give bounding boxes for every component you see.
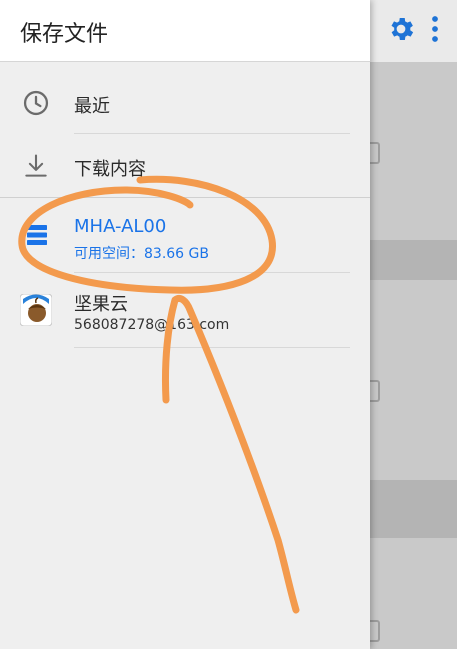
drawer-item-recent[interactable]: 最近 xyxy=(0,68,370,138)
background-section-strip xyxy=(370,480,457,538)
gear-icon[interactable] xyxy=(386,14,416,44)
background-section-strip xyxy=(370,240,457,280)
drawer-item-label: 下载内容 xyxy=(74,159,146,180)
clock-icon xyxy=(23,90,49,116)
drawer-item-downloads[interactable]: 下载内容 xyxy=(0,134,370,204)
drawer-item-sublabel: 568087278@163.com xyxy=(74,317,230,333)
navigation-drawer: 保存文件 最近 下载内容 MHA-AL00 可用空间：83.66 GB 坚果云 … xyxy=(0,0,370,649)
background-list-item xyxy=(370,538,457,649)
storage-icon xyxy=(27,225,47,245)
download-icon xyxy=(25,154,47,177)
drawer-item-jianguoyun[interactable]: 坚果云 568087278@163.com xyxy=(0,273,370,347)
drawer-item-label: 坚果云 xyxy=(74,294,128,315)
jianguoyun-app-icon xyxy=(20,294,52,326)
more-vert-icon[interactable] xyxy=(428,14,442,44)
drawer-item-device-storage[interactable]: MHA-AL00 可用空间：83.66 GB xyxy=(0,198,370,272)
drawer-title: 保存文件 xyxy=(20,22,109,47)
divider xyxy=(74,347,350,348)
background-list-item xyxy=(370,62,457,240)
drawer-item-sublabel: 可用空间：83.66 GB xyxy=(74,246,209,262)
drawer-item-label: 最近 xyxy=(74,96,110,117)
background-list-item xyxy=(370,280,457,480)
drawer-item-label: MHA-AL00 xyxy=(74,216,167,237)
drawer-header: 保存文件 xyxy=(0,0,370,62)
